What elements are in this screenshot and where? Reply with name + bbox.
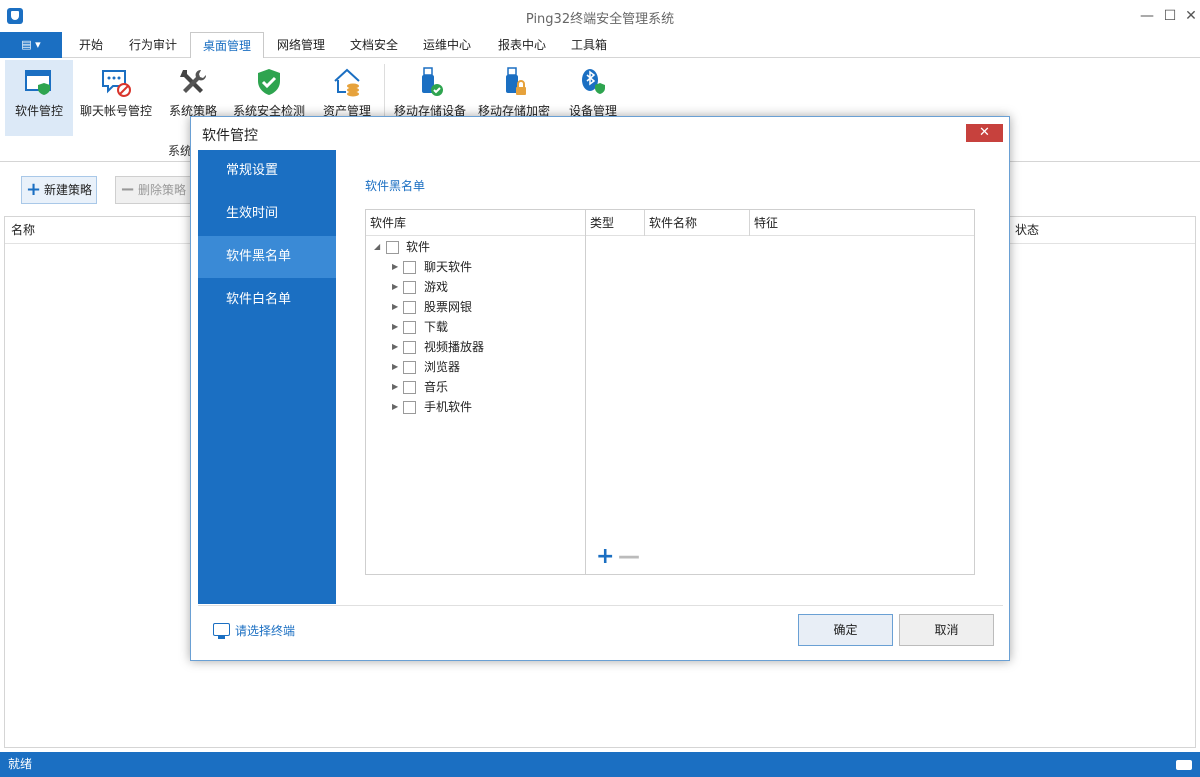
title-bar: Ping32终端安全管理系统 — ☐ ✕ [0, 0, 1200, 32]
tree-label: 聊天软件 [424, 260, 473, 274]
new-policy-label: 新建策略 [44, 183, 93, 197]
tab-ops-center[interactable]: 运维中心 [416, 32, 478, 58]
usb-lock-icon [506, 67, 526, 95]
tree-label: 软件 [406, 240, 431, 254]
tree-checkbox[interactable] [403, 281, 416, 294]
tree-label: 下载 [424, 320, 449, 334]
ribbon-group-label: 系统 [168, 144, 193, 158]
tree-item[interactable]: ▶ 聊天软件 [366, 257, 585, 277]
tab-report-center[interactable]: 报表中心 [491, 32, 553, 58]
dialog-title-bar: 软件管控 ✕ [191, 117, 1009, 149]
usb-check-icon [422, 67, 443, 96]
tree-item[interactable]: ▶ 音乐 [366, 377, 585, 397]
monitor-icon [213, 623, 230, 639]
tools-icon [180, 69, 207, 93]
minus-icon: − [120, 179, 136, 200]
collapse-arrow-icon[interactable]: ◢ [374, 237, 382, 257]
tree-label: 股票网银 [424, 300, 473, 314]
software-control-dialog: 软件管控 ✕ 常规设置 生效时间 软件黑名单 软件白名单 软件黑名单 软件库 ◢… [190, 116, 1010, 661]
nav-effective-time[interactable]: 生效时间 [198, 193, 336, 235]
blacklist-list[interactable]: 类型 软件名称 特征 + — [586, 210, 974, 574]
ribbon-software-control[interactable]: 软件管控 [5, 60, 73, 136]
nav-general-settings[interactable]: 常规设置 [198, 150, 336, 192]
software-library-panel: 软件库 ◢ 软件 ▶ 聊天软件 ▶ 游戏 ▶ 股票网银 ▶ 下载 ▶ 视频播放器… [365, 209, 975, 575]
window-shield-icon [25, 70, 51, 95]
expand-arrow-icon[interactable]: ▶ [392, 377, 400, 397]
app-title: Ping32终端安全管理系统 [525, 12, 675, 27]
cancel-button[interactable]: 取消 [899, 614, 994, 646]
dialog-close-button[interactable]: ✕ [966, 124, 1003, 142]
column-header-feature[interactable]: 特征 [750, 210, 870, 236]
tree-label: 浏览器 [424, 360, 461, 374]
select-terminal-link[interactable]: 请选择终端 [213, 622, 295, 640]
tree-label: 视频播放器 [424, 340, 485, 354]
expand-arrow-icon[interactable]: ▶ [392, 357, 400, 377]
status-bar: 就绪 [0, 752, 1200, 777]
tree-checkbox[interactable] [403, 361, 416, 374]
tree-label: 游戏 [424, 280, 449, 294]
dialog-title: 软件管控 [202, 128, 258, 144]
tree-item[interactable]: ▶ 手机软件 [366, 397, 585, 417]
software-tree[interactable]: 软件库 ◢ 软件 ▶ 聊天软件 ▶ 游戏 ▶ 股票网银 ▶ 下载 ▶ 视频播放器… [366, 210, 586, 574]
shield-check-icon [258, 69, 280, 95]
bluetooth-shield-icon [582, 69, 605, 94]
delete-policy-label: 删除策略 [138, 183, 187, 197]
column-header-type[interactable]: 类型 [586, 210, 644, 236]
status-text: 就绪 [8, 757, 33, 771]
tree-item[interactable]: ▶ 视频播放器 [366, 337, 585, 357]
tree-checkbox[interactable] [403, 381, 416, 394]
column-header-status[interactable]: 状态 [1015, 217, 1039, 243]
select-terminal-label: 请选择终端 [235, 624, 296, 638]
ok-button[interactable]: 确定 [798, 614, 893, 646]
tree-checkbox[interactable] [403, 261, 416, 274]
plus-icon: + [26, 179, 42, 200]
column-header-library: 软件库 [366, 210, 585, 236]
expand-arrow-icon[interactable]: ▶ [392, 277, 400, 297]
tree-item[interactable]: ▶ 股票网银 [366, 297, 585, 317]
close-button[interactable]: ✕ [1176, 4, 1200, 28]
tree-checkbox[interactable] [403, 341, 416, 354]
tree-root[interactable]: ◢ 软件 [366, 237, 585, 257]
dialog-nav: 常规设置 生效时间 软件黑名单 软件白名单 [198, 150, 336, 604]
tree-checkbox[interactable] [403, 301, 416, 314]
expand-arrow-icon[interactable]: ▶ [392, 297, 400, 317]
tab-behavior-audit[interactable]: 行为审计 [122, 32, 184, 58]
tab-document-security[interactable]: 文档安全 [343, 32, 405, 58]
tree-checkbox[interactable] [386, 241, 399, 254]
tree-label: 手机软件 [424, 400, 473, 414]
tab-start[interactable]: 开始 [70, 32, 112, 58]
add-icon[interactable]: + [596, 546, 614, 568]
file-menu-button[interactable]: ▤ ▾ [0, 32, 62, 58]
status-grip-icon [1176, 760, 1192, 770]
tab-network-management[interactable]: 网络管理 [270, 32, 332, 58]
nav-software-whitelist[interactable]: 软件白名单 [198, 279, 336, 321]
tab-toolbox[interactable]: 工具箱 [563, 32, 615, 58]
footer-divider [198, 605, 1003, 606]
ribbon-chat-account-control[interactable]: 聊天帐号管控 [78, 60, 154, 136]
tree-checkbox[interactable] [403, 321, 416, 334]
tree-item[interactable]: ▶ 浏览器 [366, 357, 585, 377]
expand-arrow-icon[interactable]: ▶ [392, 317, 400, 337]
ribbon-label: 软件管控 [14, 104, 63, 118]
chat-blocked-icon [102, 70, 131, 97]
expand-arrow-icon[interactable]: ▶ [392, 397, 400, 417]
remove-icon[interactable]: — [618, 546, 640, 568]
column-header-software-name[interactable]: 软件名称 [645, 210, 749, 236]
new-policy-button[interactable]: + 新建策略 [21, 176, 97, 204]
tree-item[interactable]: ▶ 游戏 [366, 277, 585, 297]
tree-item[interactable]: ▶ 下载 [366, 317, 585, 337]
column-header-name[interactable]: 名称 [11, 217, 35, 243]
tab-desktop-management[interactable]: 桌面管理 [190, 32, 264, 59]
tree-checkbox[interactable] [403, 401, 416, 414]
expand-arrow-icon[interactable]: ▶ [392, 257, 400, 277]
ribbon-label: 聊天帐号管控 [79, 104, 152, 118]
delete-policy-button[interactable]: − 删除策略 [115, 176, 191, 204]
tree-label: 音乐 [424, 380, 449, 394]
house-coins-icon [334, 68, 360, 97]
expand-arrow-icon[interactable]: ▶ [392, 337, 400, 357]
section-title: 软件黑名单 [365, 179, 426, 193]
menu-bar: ▤ ▾ 开始 行为审计 桌面管理 网络管理 文档安全 运维中心 报表中心 工具箱 [0, 32, 1200, 59]
nav-software-blacklist[interactable]: 软件黑名单 [198, 236, 336, 278]
